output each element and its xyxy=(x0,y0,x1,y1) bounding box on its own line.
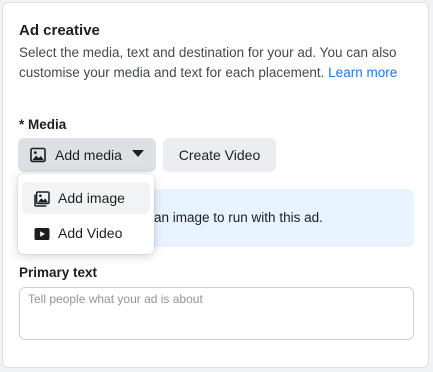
primary-text-input[interactable] xyxy=(19,287,414,340)
primary-text-label: Primary text xyxy=(19,265,98,280)
section-title: Ad creative xyxy=(19,22,100,39)
section-description: Select the media, text and destination f… xyxy=(19,43,419,83)
media-label: * Media xyxy=(19,117,67,132)
menu-item-label: Add Video xyxy=(58,225,123,241)
media-info-text: an image to run with this ad. xyxy=(154,210,323,225)
menu-item-add-video[interactable]: Add Video xyxy=(22,217,150,249)
learn-more-link[interactable]: Learn more xyxy=(328,65,397,80)
add-media-label: Add media xyxy=(55,147,122,163)
add-media-dropdown: Add image Add Video xyxy=(18,174,154,254)
image-icon xyxy=(30,147,46,163)
video-icon xyxy=(34,228,50,240)
caret-down-icon xyxy=(132,150,144,157)
menu-item-add-image[interactable]: Add image xyxy=(22,182,150,214)
add-media-button[interactable]: Add media xyxy=(18,138,156,172)
menu-item-label: Add image xyxy=(58,190,125,206)
image-icon xyxy=(34,191,50,207)
create-video-button[interactable]: Create Video xyxy=(163,138,276,172)
